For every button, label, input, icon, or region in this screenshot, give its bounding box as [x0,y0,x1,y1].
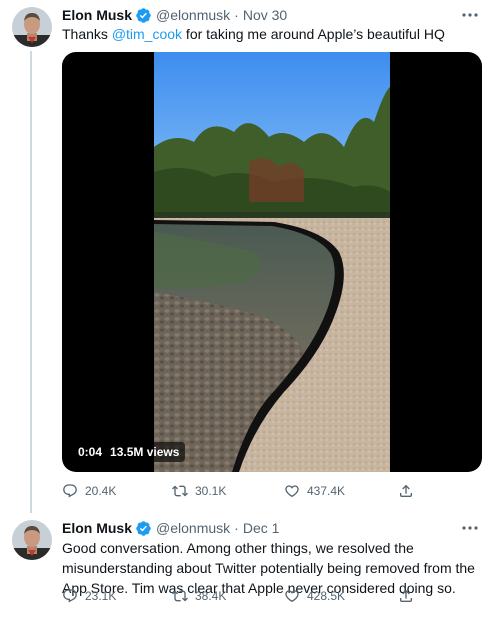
author-handle[interactable]: @elonmusk [156,7,230,23]
thread-line [30,51,32,513]
like-icon [285,590,299,603]
tweet-text-before: Thanks [62,26,112,42]
reply-button[interactable]: 23.1K [62,586,116,606]
retweet-button[interactable]: 38.4K [172,586,226,606]
reply-icon [63,484,77,498]
verified-badge-icon [135,7,152,24]
like-button[interactable]: 437.4K [284,481,345,501]
retweet-icon [172,485,188,497]
video-duration: 0:04 [78,445,103,459]
retweet-icon [172,590,188,602]
like-icon [285,485,299,498]
tweet-actions: 23.1K 38.4K 428.5K [62,586,482,606]
more-icon[interactable] [460,521,480,535]
like-count: 437.4K [307,484,346,498]
author-handle[interactable]: @elonmusk [156,520,230,536]
reply-button[interactable]: 20.4K [62,481,116,501]
mention-link[interactable]: @tim_cook [112,26,182,42]
like-button[interactable]: 428.5K [284,586,345,606]
author-name[interactable]: Elon Musk [62,520,132,536]
tweet-date[interactable]: Dec 1 [243,520,280,536]
video-meta: 0:04 13.5M views [72,442,186,462]
share-button[interactable] [398,586,421,606]
retweet-button[interactable]: 30.1K [172,481,226,501]
share-icon [400,589,412,602]
author-name[interactable]: Elon Musk [62,7,132,23]
avatar[interactable] [12,520,52,560]
tweet-date[interactable]: Nov 30 [243,7,287,23]
reply-icon [63,589,77,603]
reply-count: 20.4K [85,484,117,498]
retweet-count: 38.4K [195,589,227,603]
more-icon[interactable] [460,8,480,22]
video-views: 13.5M views [110,445,180,459]
share-icon [400,484,412,497]
verified-badge-icon [135,520,152,537]
avatar[interactable] [12,7,52,47]
separator-dot: · [234,520,239,536]
tweet-2[interactable]: Elon Musk @elonmusk · Dec 1 Good convers… [0,510,494,621]
tweet-1[interactable]: Elon Musk @elonmusk · Nov 30 Thanks @tim… [0,0,494,513]
share-button[interactable] [398,481,421,501]
tweet-text: Thanks @tim_cook for taking me around Ap… [62,24,482,44]
video-frame [154,52,390,472]
retweet-count: 30.1K [195,484,227,498]
separator-dot: · [234,7,239,23]
video-player[interactable]: 0:04 13.5M views [62,52,482,472]
reply-count: 23.1K [85,589,117,603]
tweet-header: Elon Musk @elonmusk · Dec 1 [62,519,279,537]
tweet-header: Elon Musk @elonmusk · Nov 30 [62,6,287,24]
like-count: 428.5K [307,589,346,603]
tweet-actions: 20.4K 30.1K 437.4K [62,481,482,501]
tweet-text-after: for taking me around Apple’s beautiful H… [182,26,445,42]
